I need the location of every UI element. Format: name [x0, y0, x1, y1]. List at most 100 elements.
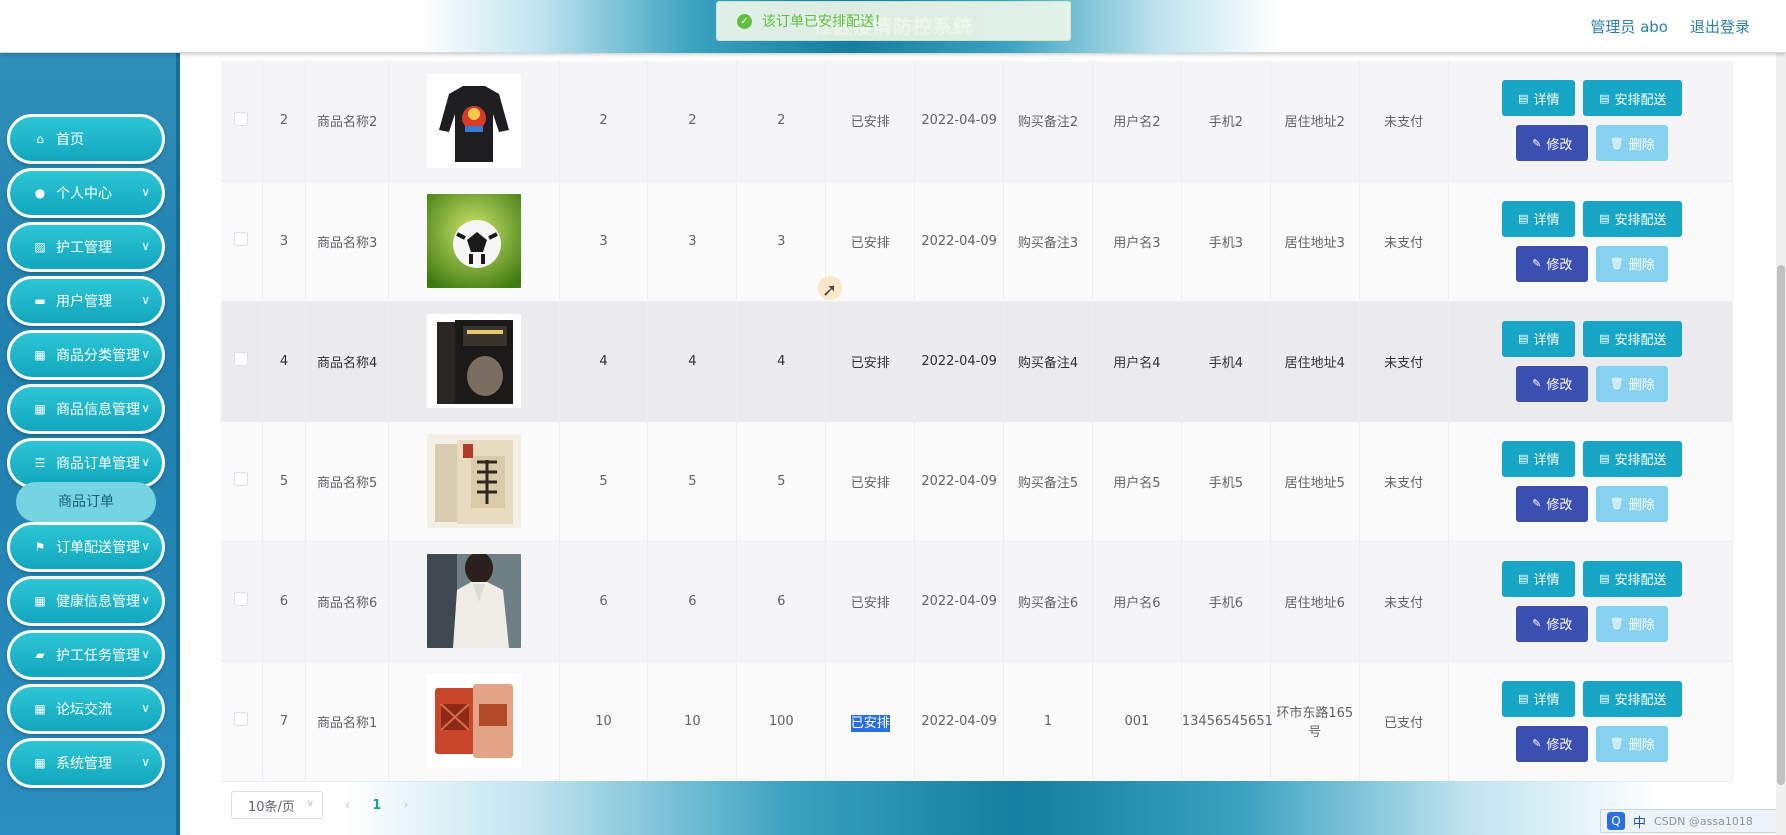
row-index: 5	[279, 473, 289, 489]
edit-label: 修改	[1546, 738, 1573, 753]
sidebar-item-9[interactable]: ▦ 健康信息管理 ∨	[7, 576, 165, 626]
payment-status: 未支付	[1384, 355, 1424, 371]
detail-button[interactable]: ▤ 详情	[1502, 440, 1576, 477]
table-cell: 手机4	[1181, 301, 1271, 422]
cell-value: 3	[599, 233, 608, 249]
table-cell	[388, 301, 560, 422]
detail-button[interactable]: ▤ 详情	[1502, 80, 1576, 117]
dispatch-button[interactable]: ▤ 安排配送	[1583, 80, 1683, 117]
document-icon: ▤	[1599, 212, 1610, 225]
product-image	[426, 434, 521, 528]
sidebar-item-label: 护工管理	[56, 240, 112, 256]
purchase-note: 购买备注6	[1017, 595, 1079, 611]
delete-button[interactable]: 🗑 删除	[1596, 725, 1669, 762]
edit-button[interactable]: ✎ 修改	[1516, 485, 1589, 522]
delete-label: 删除	[1628, 378, 1655, 393]
grid-icon: ▦	[34, 348, 46, 362]
detail-button[interactable]: ▤ 详情	[1502, 320, 1576, 357]
table-cell: 2	[647, 61, 738, 182]
table-cell: 商品名称3	[305, 181, 389, 302]
row-index: 4	[279, 353, 289, 369]
edit-button[interactable]: ✎ 修改	[1516, 245, 1589, 282]
chevron-left-icon[interactable]: ‹	[345, 798, 350, 813]
table-cell	[388, 421, 560, 542]
document-icon: ▤	[1599, 91, 1610, 105]
delete-button[interactable]: 🗑 删除	[1596, 365, 1669, 402]
page-number-current[interactable]: 1	[372, 798, 381, 813]
row-checkbox[interactable]	[234, 352, 249, 366]
sidebar-item-2[interactable]: ● 个人中心 ∨	[7, 168, 165, 218]
vertical-scrollbar-thumb[interactable]	[1777, 265, 1785, 785]
dispatch-button[interactable]: ▤ 安排配送	[1583, 560, 1683, 597]
table-row[interactable]: 4 商品名称4 4 4 4 已安排 2022-04-09 购买备注4 用户名4 手机4 居住地址4 未…	[221, 301, 1734, 422]
table-row[interactable]: 6 商品名称6 6 6 6 已安排 2022-04-09 购买备注6 用户名6 手机6 居住地址6 未…	[221, 541, 1734, 662]
detail-button[interactable]: ▤ 详情	[1502, 560, 1576, 597]
sidebar-item-8[interactable]: ⚑ 订单配送管理 ∨	[7, 522, 165, 572]
sidebar-item-4[interactable]: ▬ 用户管理 ∨	[7, 276, 165, 326]
table-cell: 未支付	[1359, 421, 1449, 542]
watermark-text: CSDN @assa1018	[1654, 814, 1753, 828]
table-cell: 6	[647, 541, 738, 662]
sidebar-item-12[interactable]: ▦ 系统管理 ∨	[7, 738, 165, 788]
address: 居住地址3	[1284, 235, 1345, 251]
row-checkbox[interactable]	[234, 472, 249, 486]
logout-link[interactable]: 退出登录	[1690, 16, 1750, 37]
edit-button[interactable]: ✎ 修改	[1516, 605, 1589, 642]
table-row[interactable]: 5 商品名称5 5 5 5 已安排 2022-04-09 购买备注5 用户名5 手机5 居住地址5 未…	[221, 421, 1734, 542]
delete-button[interactable]: 🗑 删除	[1596, 125, 1669, 162]
chevron-down-icon: ∨	[141, 539, 150, 553]
delete-label: 删除	[1628, 618, 1655, 633]
table-cell: 商品名称4	[305, 301, 389, 422]
delete-button[interactable]: 🗑 删除	[1596, 245, 1669, 282]
sidebar-item-1[interactable]: ⌂ 首页	[7, 114, 165, 164]
ime-mode[interactable]: 中	[1633, 812, 1646, 831]
delete-button[interactable]: 🗑 删除	[1596, 485, 1669, 522]
detail-button[interactable]: ▤ 详情	[1502, 680, 1576, 717]
edit-button[interactable]: ✎ 修改	[1516, 125, 1589, 162]
row-checkbox[interactable]	[234, 592, 249, 606]
row-checkbox[interactable]	[234, 712, 249, 726]
table-cell: 2	[559, 61, 649, 182]
dispatch-button[interactable]: ▤ 安排配送	[1583, 320, 1683, 357]
edit-label: 修改	[1546, 378, 1573, 393]
sidebar-item-label: 护工任务管理	[56, 648, 140, 664]
dispatch-button[interactable]: ▤ 安排配送	[1583, 200, 1683, 237]
table-cell: 手机3	[1181, 181, 1271, 302]
edit-icon: ✎	[1532, 377, 1542, 390]
chevron-right-icon[interactable]: ›	[403, 798, 408, 813]
actions-cell: ▤ 详情 ▤ 安排配送 ✎ 修改 🗑 删除	[1448, 661, 1734, 782]
row-checkbox[interactable]	[234, 111, 249, 126]
sidebar-item-6[interactable]: ▦ 商品信息管理 ∨	[7, 384, 165, 434]
table-cell: 10	[559, 661, 649, 782]
sidebar-item-7[interactable]: ☰ 商品订单管理 ∨	[7, 438, 165, 488]
ime-logo-icon[interactable]: Q	[1607, 812, 1625, 830]
edit-button[interactable]: ✎ 修改	[1516, 365, 1589, 402]
sidebar-item-11[interactable]: ▦ 论坛交流 ∨	[7, 684, 165, 734]
chevron-down-icon: ∨	[141, 185, 150, 199]
cell-value: 2	[599, 113, 608, 129]
delete-button[interactable]: 🗑 删除	[1596, 605, 1669, 642]
page-size-select[interactable]: 10条/页 ∨	[231, 791, 323, 819]
table-row[interactable]: 2 商品名称2 2 2 2 已安排 2022-04-09 购买备注2 用户名2 手机2 居住地址2 未…	[221, 61, 1734, 182]
sidebar-item-5[interactable]: ▦ 商品分类管理 ∨	[7, 330, 165, 380]
row-checkbox[interactable]	[234, 232, 249, 246]
orders-table-wrap: 2 商品名称2 2 2 2 已安排 2022-04-09 购买备注2 用户名2 手机2 居住地址2 未…	[221, 61, 1734, 786]
dispatch-button[interactable]: ▤ 安排配送	[1583, 440, 1683, 477]
submenu-item-orders[interactable]: 商品订单	[16, 482, 156, 522]
dispatch-label: 安排配送	[1614, 573, 1667, 588]
edit-button[interactable]: ✎ 修改	[1516, 725, 1589, 762]
grid-icon: ▦	[34, 702, 46, 716]
table-row[interactable]: 7 商品名称1 10 10 100 已安排 2022-04-09 1 001 1345654565…	[221, 661, 1734, 782]
document-icon: ▤	[1518, 332, 1529, 345]
delete-label: 删除	[1628, 137, 1655, 153]
detail-button[interactable]: ▤ 详情	[1502, 200, 1576, 237]
dispatch-button[interactable]: ▤ 安排配送	[1583, 680, 1683, 717]
order-date: 2022-04-09	[921, 713, 997, 729]
edit-icon: ✎	[1532, 617, 1542, 630]
admin-label[interactable]: 管理员 abo	[1590, 16, 1668, 37]
dispatch-label: 安排配送	[1614, 693, 1667, 708]
table-cell: 手机6	[1181, 541, 1271, 662]
table-row[interactable]: 3 商品名称3 3 3 3 已安排 2022-04-09 购买备注3 用户名3 手机3 居住地址3 未…	[221, 181, 1734, 302]
sidebar-item-10[interactable]: ▰ 护工任务管理 ∨	[7, 630, 165, 680]
sidebar-item-3[interactable]: ▨ 护工管理 ∨	[7, 222, 165, 272]
